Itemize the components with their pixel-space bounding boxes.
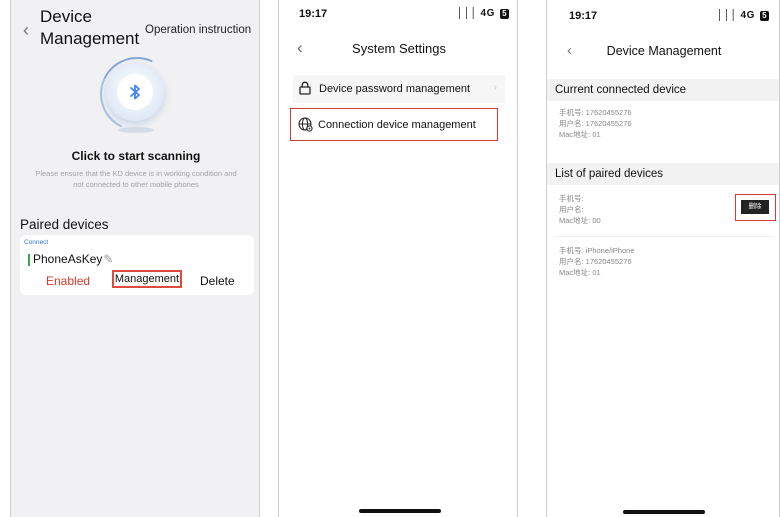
mac-address: Mac地址: 00 <box>559 216 601 225</box>
scan-hint: Please ensure that the KD device is in w… <box>35 169 237 189</box>
paired-list-header: List of paired devices <box>547 163 779 185</box>
back-chevron-icon[interactable]: ‹ <box>23 20 29 41</box>
user-name: 用户名: <box>559 205 584 214</box>
enabled-button[interactable]: Enabled <box>46 274 90 288</box>
network-type: 4G <box>480 8 495 19</box>
edit-icon[interactable]: ✎ <box>103 252 113 266</box>
item-label: Connection device management <box>318 119 476 131</box>
device-name: PhoneAsKey✎ <box>33 252 113 266</box>
bluetooth-icon <box>117 74 153 110</box>
home-indicator <box>359 509 441 513</box>
section-title: List of paired devices <box>555 168 664 180</box>
battery-icon: 5 <box>500 9 510 19</box>
device-password-management-item[interactable]: Device password management › <box>293 75 505 103</box>
page-title: System Settings <box>352 41 446 56</box>
operation-instruction-link[interactable]: Operation instruction <box>145 24 251 36</box>
signal-icon: │││ <box>457 8 478 19</box>
delete-button[interactable]: Delete <box>200 274 235 288</box>
connection-device-management-item[interactable]: Connection device management <box>290 108 498 141</box>
divider <box>555 236 773 237</box>
phone-number: 手机号: iPhone/iPhone <box>559 246 635 255</box>
system-settings-screen: 19:17 │││ 4G 5 ‹ System Settings Device … <box>278 0 518 517</box>
scan-title[interactable]: Click to start scanning <box>11 149 259 163</box>
lock-icon <box>299 81 311 95</box>
globe-settings-icon <box>298 117 313 132</box>
item-label: Device password management <box>319 83 471 95</box>
mac-address: Mac地址: 01 <box>559 268 601 277</box>
connection-status: Connect <box>24 239 49 246</box>
management-button[interactable]: Management <box>112 270 182 288</box>
connected-indicator <box>28 254 30 266</box>
paired-device-row[interactable]: 手机号: 用户名: Mac地址: 00 <box>559 193 601 226</box>
user-name: 用户名: 17620455276 <box>559 257 632 266</box>
phone-number: 手机号: 17620455276 <box>559 108 632 117</box>
status-time: 19:17 <box>299 8 328 20</box>
page-title: Device Management <box>40 7 140 48</box>
paired-device-card: Connect PhoneAsKey✎ Enabled Management D… <box>20 235 254 295</box>
network-type: 4G <box>740 10 755 21</box>
user-name: 用户名: 17620455276 <box>559 119 632 128</box>
device-list-screen: 19:17 │││ 4G 5 ‹ Device Management Curre… <box>546 0 780 517</box>
phone-number: 手机号: <box>559 194 584 203</box>
signal-icon: │││ <box>717 10 738 21</box>
section-title: Current connected device <box>555 84 687 96</box>
status-indicators: │││ 4G 5 <box>717 10 770 21</box>
current-device-header: Current connected device <box>547 79 779 101</box>
scan-shadow <box>118 127 154 133</box>
chevron-right-icon: › <box>493 82 497 94</box>
device-management-screen: ‹ Device Management Operation instructio… <box>10 0 260 517</box>
status-indicators: │││ 4G 5 <box>457 8 510 19</box>
device-name-text: PhoneAsKey <box>33 252 103 266</box>
status-time: 19:17 <box>569 10 598 22</box>
scan-bluetooth-button[interactable] <box>89 46 185 142</box>
current-device-info: 手机号: 17620455276 用户名: 17620455276 Mac地址:… <box>559 107 632 140</box>
mac-address: Mac地址: 01 <box>559 130 601 139</box>
delete-button[interactable]: 删除 <box>741 200 769 214</box>
paired-device-row[interactable]: 手机号: iPhone/iPhone 用户名: 17620455276 Mac地… <box>559 245 634 278</box>
paired-devices-heading: Paired devices <box>20 217 109 232</box>
battery-icon: 5 <box>760 11 770 21</box>
page-title: Device Management <box>606 44 722 58</box>
home-indicator <box>623 510 705 514</box>
delete-highlight: 删除 <box>735 194 776 221</box>
